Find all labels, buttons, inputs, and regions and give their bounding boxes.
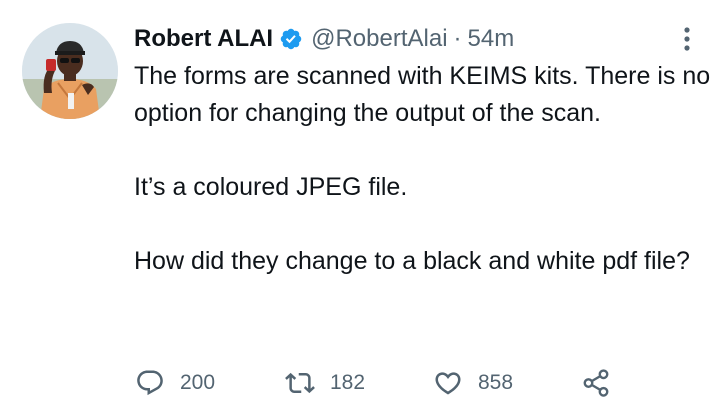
more-options-icon bbox=[684, 27, 690, 51]
retweet-icon bbox=[284, 367, 316, 399]
tweet-paragraph: The forms are scanned with KEIMS kits. T… bbox=[134, 62, 711, 127]
more-options-button[interactable] bbox=[672, 24, 702, 54]
avatar[interactable] bbox=[22, 23, 118, 119]
avatar-photo bbox=[22, 23, 118, 119]
share-button[interactable] bbox=[580, 367, 612, 399]
tweet-timestamp[interactable]: 54m bbox=[468, 25, 515, 53]
reply-icon bbox=[134, 367, 166, 399]
tweet-text: The forms are scanned with KEIMS kits. T… bbox=[134, 58, 714, 280]
tweet-header: Robert ALAI @RobertAlai · 54m bbox=[134, 22, 514, 56]
reply-button[interactable]: 200 bbox=[134, 367, 284, 399]
retweet-count: 182 bbox=[330, 371, 366, 394]
verified-badge-icon bbox=[279, 27, 303, 51]
like-button[interactable]: 858 bbox=[432, 367, 580, 399]
author-handle[interactable]: @RobertAlai bbox=[311, 25, 447, 53]
separator-dot: · bbox=[453, 25, 462, 52]
author-display-name[interactable]: Robert ALAI bbox=[134, 25, 273, 53]
heart-icon bbox=[432, 367, 464, 399]
retweet-button[interactable]: 182 bbox=[284, 367, 432, 399]
like-count: 858 bbox=[478, 371, 514, 394]
share-icon bbox=[580, 367, 612, 399]
tweet: Robert ALAI @RobertAlai · 54m The forms … bbox=[0, 0, 720, 418]
tweet-actions: 200 182 858 bbox=[134, 366, 612, 400]
reply-count: 200 bbox=[180, 371, 216, 394]
tweet-paragraph: It’s a coloured JPEG file. bbox=[134, 173, 408, 201]
tweet-paragraph: How did they change to a black and white… bbox=[134, 247, 690, 275]
